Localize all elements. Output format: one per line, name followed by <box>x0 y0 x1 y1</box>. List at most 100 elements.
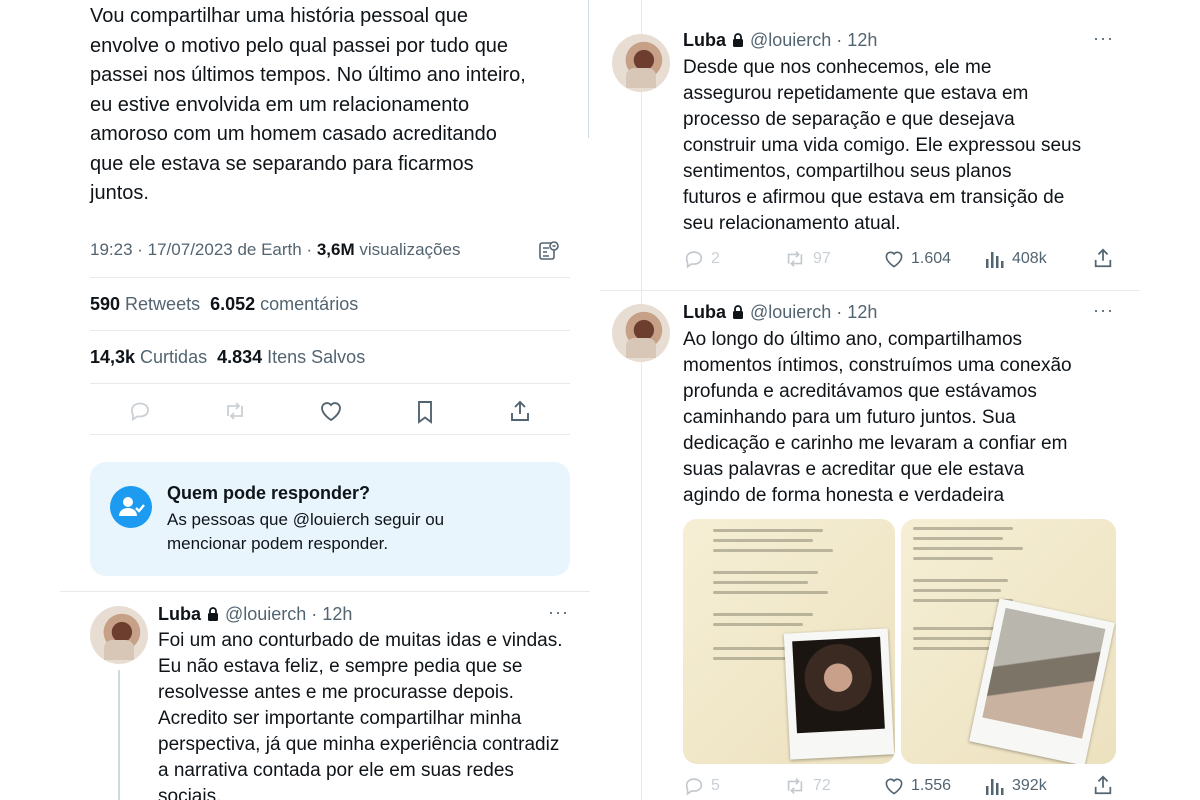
handle-and-time[interactable]: @louierch · 12h <box>225 604 352 624</box>
divider <box>600 290 1140 291</box>
avatar[interactable] <box>612 304 670 362</box>
retweet-action[interactable]: 72 <box>783 775 831 797</box>
reply-tweet-text: Foi um ano conturbado de muitas idas e v… <box>158 628 588 800</box>
like-action[interactable]: 1.604 <box>883 248 951 270</box>
reply-restriction-title: Quem pode responder? <box>167 483 371 503</box>
text-line: futuros e afirmou que estava em transiçã… <box>683 187 1065 208</box>
reply-icon[interactable] <box>128 399 152 423</box>
like-action[interactable]: 1.556 <box>883 775 951 797</box>
text-line: seu relacionamento atual. <box>683 213 901 234</box>
like-count: 1.556 <box>911 777 952 794</box>
retweets-label[interactable]: Retweets <box>120 294 200 314</box>
reply-icon <box>685 251 703 269</box>
divider <box>90 277 570 278</box>
tweet-header: Luba @louierch · 12h <box>683 302 877 323</box>
heart-icon[interactable] <box>318 399 344 423</box>
share-icon[interactable] <box>508 399 532 423</box>
heart-icon <box>885 251 903 268</box>
views-action[interactable]: 392k <box>984 775 1047 797</box>
more-icon[interactable]: ··· <box>548 602 569 623</box>
text-line: suas palavras e acreditar que ele estava <box>683 459 1025 480</box>
text-line: assegurou repetidamente que estava em <box>683 83 1029 104</box>
analytics-icon[interactable] <box>538 240 560 262</box>
text-line: juntos. <box>90 182 149 204</box>
text-line: processo de separação e que desejava <box>683 109 1015 130</box>
likes-label[interactable]: Curtidas <box>135 347 207 367</box>
views-action[interactable]: 408k <box>984 248 1047 270</box>
text-line: que ele estava se separando para ficarmo… <box>90 152 474 175</box>
divider <box>90 434 570 435</box>
share-icon[interactable] <box>1092 247 1114 269</box>
main-tweet-text: Vou compartilhar uma história pessoal qu… <box>90 2 590 209</box>
people-icon <box>110 486 152 528</box>
likes-saves-stats: 14,3k Curtidas 4.834 Itens Salvos <box>90 347 365 368</box>
analytics-icon <box>986 252 1004 268</box>
column-divider <box>588 0 589 138</box>
views-count: 3,6M <box>316 240 355 259</box>
retweet-icon[interactable] <box>222 399 248 423</box>
text-line: sociais. <box>158 786 222 800</box>
text-line: Acredito ser importante compartilhar min… <box>158 708 522 729</box>
text-line: amoroso com um homem casado acreditando <box>90 123 497 145</box>
avatar[interactable] <box>612 34 670 92</box>
text-line: eu estive envolvida em um relacionamento <box>90 93 470 116</box>
thread-line <box>118 670 120 800</box>
text-line: construir uma vida comigo. Ele expressou… <box>683 135 1082 156</box>
text-line: Desde que nos conhecemos, ele me <box>683 57 992 78</box>
more-icon[interactable]: ··· <box>1093 300 1114 321</box>
tweet-photo-right[interactable] <box>901 519 1116 764</box>
divider <box>90 330 570 331</box>
text-line: momentos íntimos, construímos uma conexã… <box>683 355 1072 376</box>
retweets-comments-stats: 590 Retweets 6.052 comentários <box>90 294 358 315</box>
lock-icon <box>733 305 743 319</box>
analytics-icon <box>986 779 1004 795</box>
views-count: 408k <box>1012 250 1047 267</box>
text-line: Ao longo do último ano, compartilhamos <box>683 329 1023 350</box>
text-line: mencionar podem responder. <box>167 534 389 553</box>
tweet-metadata: 19:23 · 17/07/2023 de Earth · 3,6M visua… <box>90 240 460 260</box>
avatar[interactable] <box>90 606 148 664</box>
retweet-icon <box>787 251 803 267</box>
text-line: envolve o motivo pelo qual passei por tu… <box>90 34 509 57</box>
text-line: As pessoas que @louierch seguir ou <box>167 510 445 529</box>
timestamp[interactable]: 19:23 · 17/07/2023 de Earth · <box>90 240 317 259</box>
lock-icon <box>733 33 743 47</box>
display-name[interactable]: Luba <box>683 302 726 322</box>
text-line: passei nos últimos tempos. No último ano… <box>90 64 526 86</box>
text-line: Foi um ano conturbado de muitas idas e v… <box>158 630 563 651</box>
text-line: resolvesse antes e me procurasse depois. <box>158 682 514 703</box>
comments-label[interactable]: comentários <box>255 294 358 314</box>
text-line: perspectiva, já que minha experiência co… <box>158 734 560 755</box>
text-line: Vou compartilhar uma história pessoal qu… <box>90 5 468 27</box>
bookmark-icon[interactable] <box>414 399 436 425</box>
tweet-photo-left[interactable] <box>683 519 895 764</box>
handle-and-time[interactable]: @louierch · 12h <box>750 30 877 50</box>
retweet-action[interactable]: 97 <box>783 248 831 270</box>
reply-action[interactable]: 2 <box>683 248 720 270</box>
display-name[interactable]: Luba <box>683 30 726 50</box>
views-count: 392k <box>1012 777 1047 794</box>
reply-restriction-description: As pessoas que @louierch seguir ou menci… <box>167 508 497 556</box>
saves-label[interactable]: Itens Salvos <box>262 347 365 367</box>
more-icon[interactable]: ··· <box>1093 28 1114 49</box>
main-tweet-column: Vou compartilhar uma história pessoal qu… <box>60 0 590 800</box>
text-line: agindo de forma honesta e verdadeira <box>683 485 1005 506</box>
reply-count: 2 <box>711 250 720 267</box>
handle-and-time[interactable]: @louierch · 12h <box>750 302 877 322</box>
thread-tweet-text: Desde que nos conhecemos, ele me assegur… <box>683 55 1133 237</box>
divider <box>90 383 570 384</box>
text-line: profunda e acreditávamos que estávamos <box>683 381 1037 402</box>
likes-count[interactable]: 14,3k <box>90 347 135 367</box>
retweets-count[interactable]: 590 <box>90 294 120 314</box>
share-icon[interactable] <box>1092 774 1114 796</box>
text-line: sentimentos, compartilhou seus planos <box>683 161 1012 182</box>
display-name[interactable]: Luba <box>158 604 201 624</box>
like-count: 1.604 <box>911 250 952 267</box>
views-label: visualizações <box>354 240 461 259</box>
retweet-count: 72 <box>813 777 831 794</box>
reply-action[interactable]: 5 <box>683 775 720 797</box>
comments-count[interactable]: 6.052 <box>210 294 255 314</box>
tweet-header: Luba @louierch · 12h <box>683 30 877 51</box>
text-line: dedicação e carinho me levaram a confiar… <box>683 433 1068 454</box>
saves-count[interactable]: 4.834 <box>217 347 262 367</box>
